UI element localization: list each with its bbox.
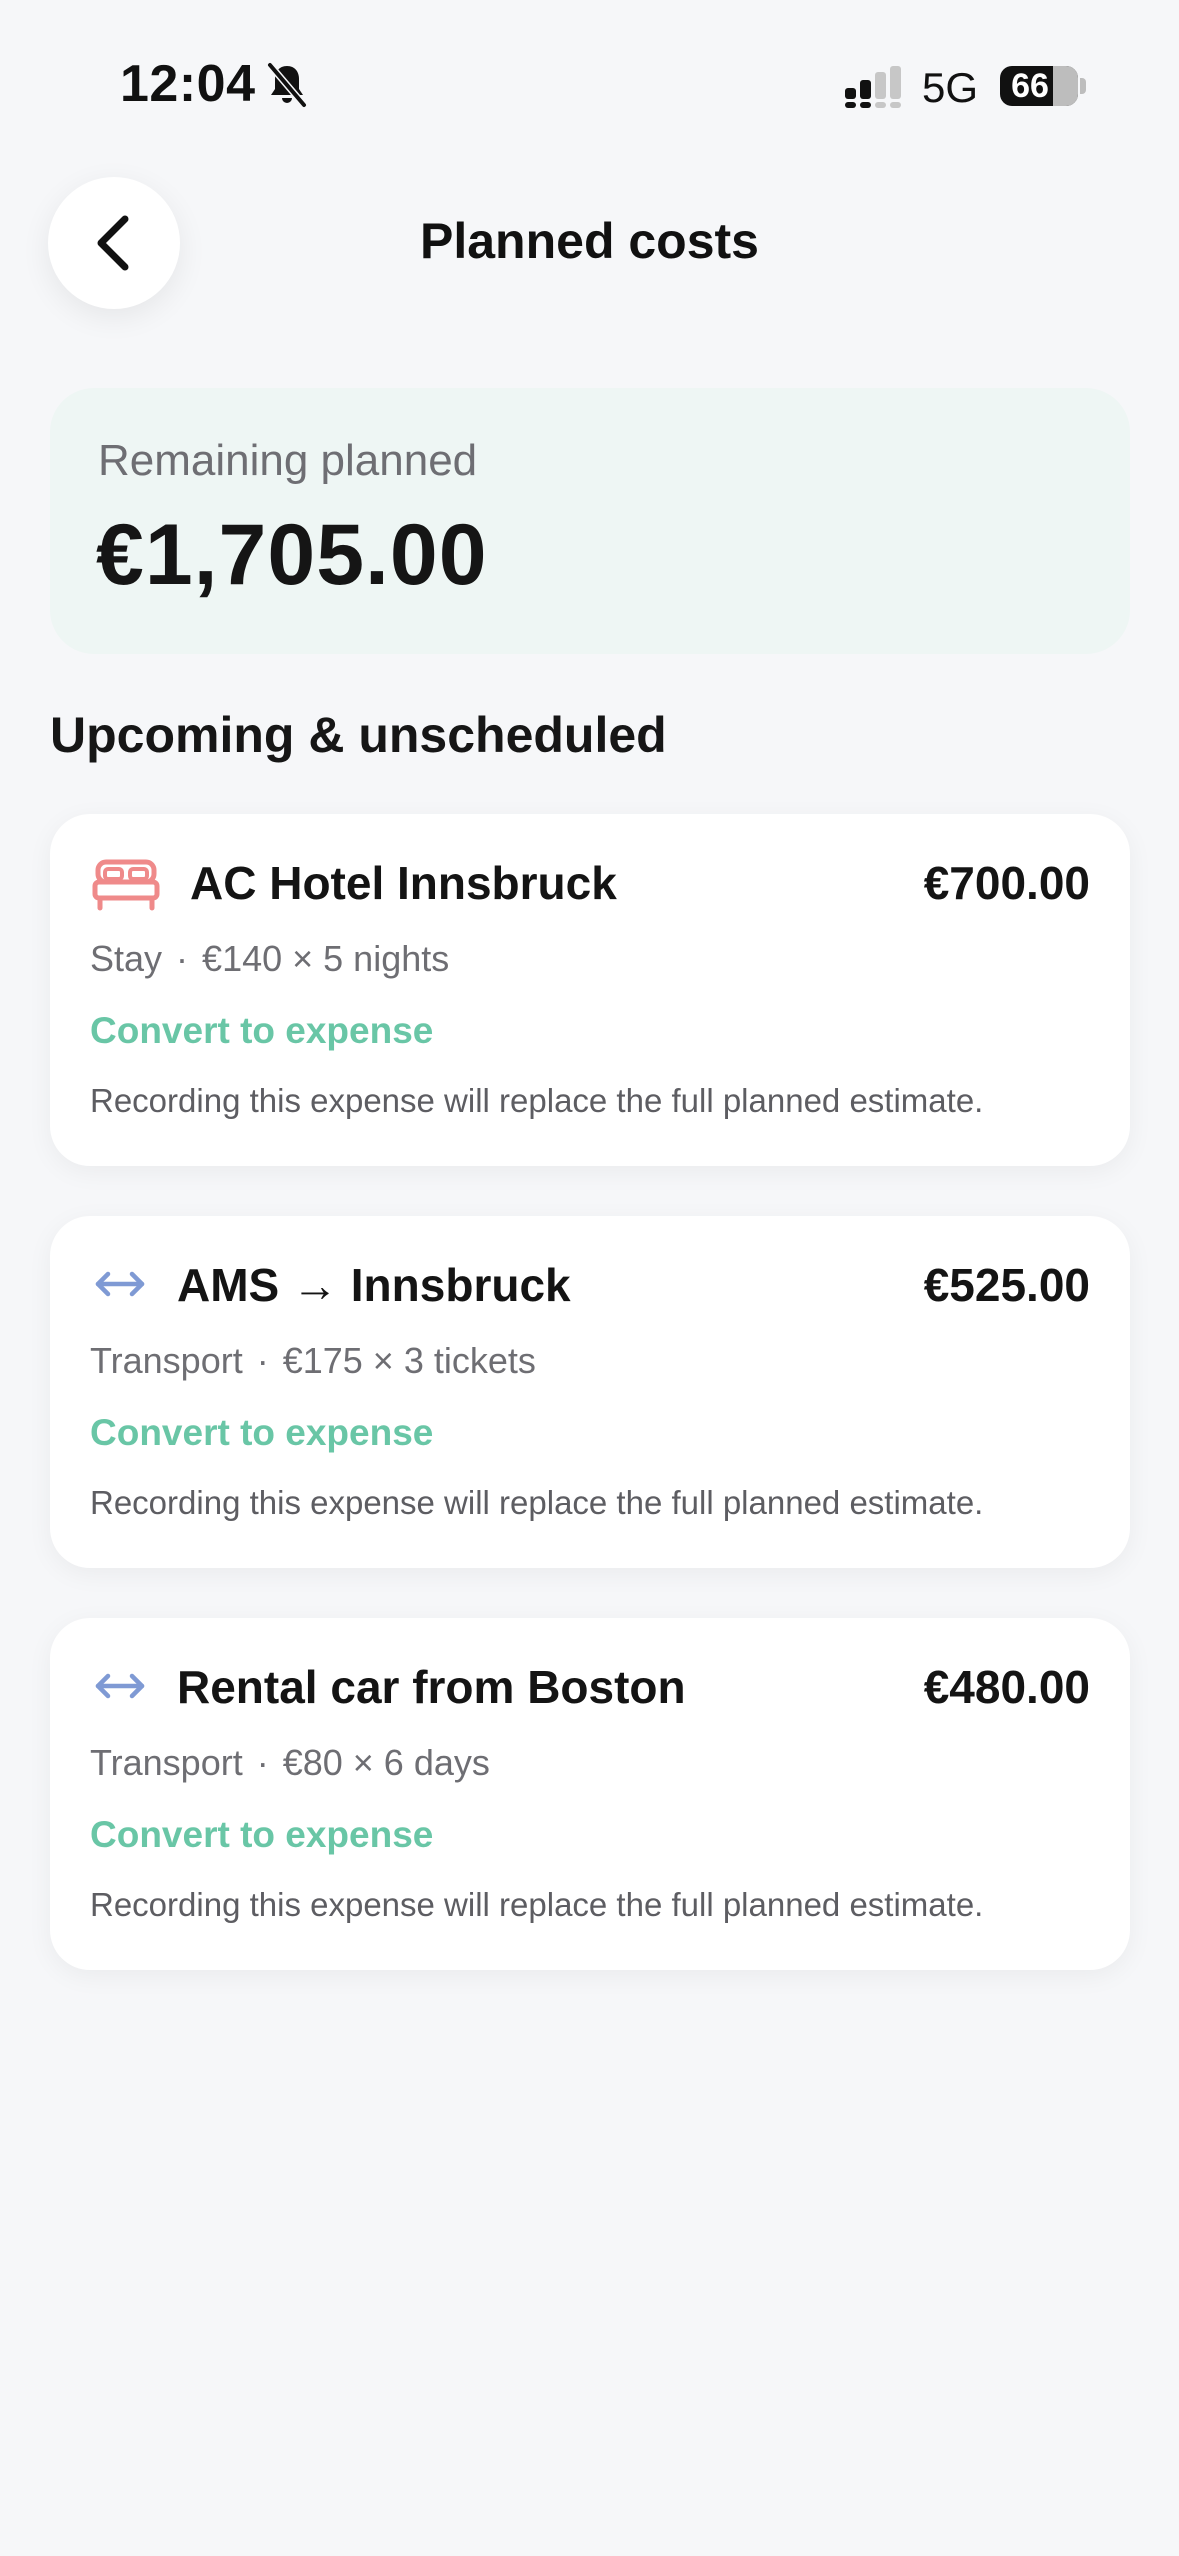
convert-to-expense-button[interactable]: Convert to expense <box>90 1814 433 1856</box>
status-time: 12:04 <box>120 55 256 113</box>
card-title: Rental car from Boston <box>177 1661 686 1713</box>
card-amount: €480.00 <box>923 1661 1090 1713</box>
battery-nub <box>1080 78 1086 94</box>
card-note: Recording this expense will replace the … <box>90 1082 984 1119</box>
bell-muted-icon <box>265 61 309 109</box>
card-detail: €80 × 6 days <box>282 1742 490 1783</box>
card-category: Transport <box>90 1340 243 1381</box>
status-bar: 12:04 5G 66 <box>0 0 1179 150</box>
card-category: Stay <box>90 938 163 979</box>
card-amount: €525.00 <box>923 1259 1090 1311</box>
card-detail: €175 × 3 tickets <box>282 1340 536 1381</box>
convert-to-expense-button[interactable]: Convert to expense <box>90 1412 433 1454</box>
summary-label: Remaining planned <box>98 436 478 485</box>
transport-arrows-icon <box>92 1656 148 1716</box>
card-detail: €140 × 5 nights <box>202 938 450 979</box>
card-amount: €700.00 <box>923 857 1090 909</box>
battery-level: 66 <box>1011 67 1049 105</box>
card-category: Transport <box>90 1742 243 1783</box>
remaining-summary-card: Remaining planned €1,705.00 <box>50 388 1130 654</box>
card-title: AMS → Innsbruck <box>177 1259 571 1311</box>
card-title: AC Hotel Innsbruck <box>190 857 617 909</box>
card-meta: Stay · €140 × 5 nights <box>90 938 450 979</box>
battery-icon: 66 <box>1000 66 1078 106</box>
page-title: Planned costs <box>420 213 759 269</box>
card-meta: Transport · €175 × 3 tickets <box>90 1340 536 1381</box>
planned-cost-card: AC Hotel Innsbruck €700.00 Stay · €140 × 5… <box>50 814 1130 1166</box>
convert-to-expense-button[interactable]: Convert to expense <box>90 1010 433 1052</box>
signal-icon <box>843 66 905 108</box>
network-label: 5G <box>922 64 979 111</box>
section-title: Upcoming & unscheduled <box>50 707 667 763</box>
card-note: Recording this expense will replace the … <box>90 1484 984 1521</box>
card-meta: Transport · €80 × 6 days <box>90 1742 490 1783</box>
card-note: Recording this expense will replace the … <box>90 1886 984 1923</box>
summary-amount: €1,705.00 <box>96 507 488 603</box>
transport-arrows-icon <box>92 1254 148 1314</box>
planned-cost-card: AMS → Innsbruck €525.00 Transport · €175 ×… <box>50 1216 1130 1568</box>
planned-cost-card: Rental car from Boston €480.00 Transport… <box>50 1618 1130 1970</box>
bed-icon <box>92 852 160 912</box>
